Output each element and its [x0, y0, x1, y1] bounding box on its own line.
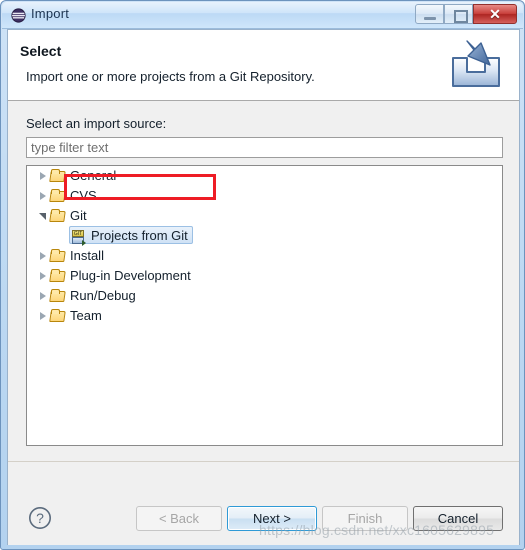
chevron-right-icon[interactable]	[37, 166, 50, 186]
folder-icon	[50, 186, 66, 206]
finish-button[interactable]: Finish	[322, 506, 408, 531]
tree-item-git[interactable]: Git	[27, 206, 502, 226]
next-button[interactable]: Next >	[227, 506, 317, 531]
chevron-right-icon[interactable]	[37, 186, 50, 206]
git-icon-label: GIT	[72, 230, 84, 237]
help-icon[interactable]: ?	[28, 506, 52, 530]
filter-input[interactable]	[26, 137, 503, 158]
wizard-banner: Select Import one or more projects from …	[8, 30, 519, 101]
tree-item-label: Run/Debug	[70, 288, 136, 303]
chevron-down-icon[interactable]	[37, 206, 50, 226]
tree-item-label: Plug-in Development	[70, 268, 191, 283]
tree-item-label: Install	[70, 248, 104, 263]
git-icon: GIT	[71, 227, 87, 247]
tree-item-general[interactable]: General	[27, 166, 502, 186]
cancel-button[interactable]: Cancel	[413, 506, 503, 531]
chevron-right-icon[interactable]	[37, 306, 50, 326]
close-icon: ✕	[489, 6, 501, 22]
folder-icon	[50, 166, 66, 186]
chevron-right-icon[interactable]	[37, 286, 50, 306]
tree-item-plug-in-development[interactable]: Plug-in Development	[27, 266, 502, 286]
close-button[interactable]: ✕	[473, 4, 517, 24]
window-title: Import	[31, 6, 70, 21]
tree-item-content: Install	[50, 247, 104, 264]
title-bar[interactable]: Import ✕	[2, 2, 523, 29]
folder-icon	[50, 206, 66, 226]
tree-item-label: Git	[70, 208, 87, 223]
import-dialog-window: Import ✕ Select Import one or more proje…	[0, 0, 525, 550]
maximize-button[interactable]	[444, 4, 473, 24]
svg-text:?: ?	[36, 510, 44, 526]
tree-item-content: GIT Projects from Git	[69, 226, 193, 247]
folder-icon	[50, 306, 66, 326]
eclipse-globe-icon	[11, 8, 26, 23]
tree-item-content: Team	[50, 307, 102, 324]
chevron-right-icon[interactable]	[37, 246, 50, 266]
tree-item-install[interactable]: Install	[27, 246, 502, 266]
page-description: Import one or more projects from a Git R…	[26, 69, 315, 84]
tree-item-cvs[interactable]: CVS	[27, 186, 502, 206]
import-wizard-icon	[445, 36, 507, 94]
import-source-tree[interactable]: General CVS Git GIT Projects from Git Install…	[26, 165, 503, 446]
tree-item-content: CVS	[50, 187, 97, 204]
folder-icon	[50, 266, 66, 286]
folder-icon	[50, 286, 66, 306]
wizard-page: Select an import source: General CVS Git GI…	[8, 101, 519, 545]
tree-item-label: General	[70, 168, 117, 183]
back-button[interactable]: < Back	[136, 506, 222, 531]
tree-item-label: Projects from Git	[91, 228, 188, 243]
tree-item-content: Git	[50, 207, 87, 224]
tree-item-label: Team	[70, 308, 102, 323]
tree-item-content: General	[50, 167, 116, 184]
tree-item-content: Plug-in Development	[50, 267, 191, 284]
tree-item-content: Run/Debug	[50, 287, 136, 304]
dialog-client-area: Select Import one or more projects from …	[7, 29, 520, 545]
minimize-button[interactable]	[415, 4, 444, 24]
tree-item-projects-from-git[interactable]: GIT Projects from Git	[27, 226, 502, 246]
folder-icon	[50, 246, 66, 266]
page-title: Select	[20, 43, 62, 59]
tree-item-team[interactable]: Team	[27, 306, 502, 326]
dialog-button-bar: ? < Back Next > Finish Cancel	[8, 461, 519, 546]
tree-item-label: CVS	[70, 188, 97, 203]
import-source-label: Select an import source:	[26, 116, 167, 131]
chevron-right-icon[interactable]	[37, 266, 50, 286]
tree-item-run-debug[interactable]: Run/Debug	[27, 286, 502, 306]
